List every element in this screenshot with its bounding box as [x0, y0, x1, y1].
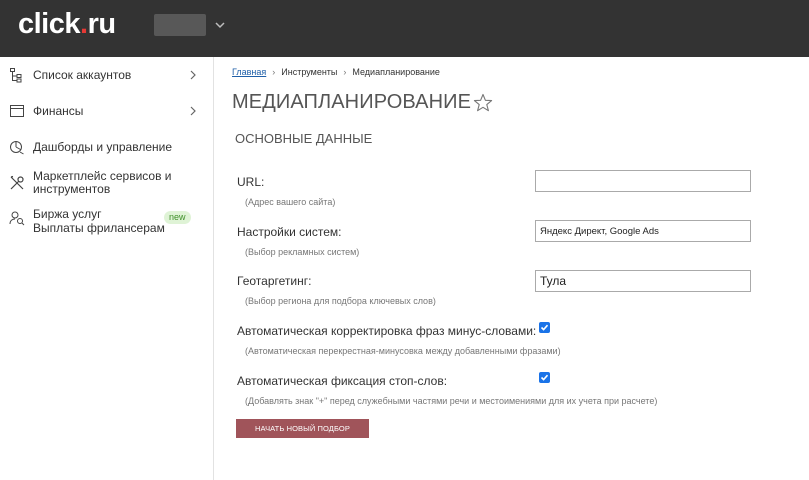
sidebar-item-freelance[interactable]: Биржа услуг Выплаты фрилансерам new — [0, 207, 213, 237]
url-input[interactable] — [535, 170, 751, 192]
logo-suffix: ru — [87, 8, 117, 40]
breadcrumb-current: Медиапланирование — [352, 67, 440, 77]
systems-label: Настройки систем: — [237, 225, 342, 239]
logo-dot: . — [80, 8, 88, 40]
geo-label: Геотаргетинг: — [237, 274, 312, 288]
accounts-tree-icon — [10, 68, 22, 83]
chevron-right-icon — [190, 70, 196, 80]
sidebar-item-marketplace[interactable]: Маркетплейс сервисов и инструментов — [0, 169, 213, 199]
breadcrumb-separator: › — [272, 67, 276, 77]
systems-input[interactable] — [535, 220, 751, 242]
systems-hint: (Выбор рекламных систем) — [245, 247, 360, 257]
minus-words-hint: (Автоматическая перекрестная-минусовка м… — [245, 346, 561, 356]
sidebar-item-accounts[interactable]: Список аккаунтов — [0, 66, 213, 86]
sidebar-item-label: Маркетплейс сервисов и инструментов — [33, 169, 172, 196]
checkmark-icon — [540, 374, 549, 381]
minus-words-label: Автоматическая корректировка фраз минус-… — [237, 324, 537, 338]
new-badge: new — [164, 211, 191, 224]
person-search-icon — [9, 211, 25, 226]
breadcrumb: Главная › Инструменты › Медиапланирование — [232, 67, 440, 77]
breadcrumb-tools: Инструменты — [281, 67, 338, 77]
start-new-search-button[interactable]: НАЧАТЬ НОВЫЙ ПОДБОР — [236, 419, 369, 438]
checkmark-icon — [540, 324, 549, 331]
stop-words-checkbox[interactable] — [539, 372, 550, 383]
sidebar-item-label: Список аккаунтов — [33, 68, 132, 82]
stop-words-hint: (Добавлять знак "+" перед служебными час… — [245, 396, 658, 406]
page-title: МЕДИАПЛАНИРОВАНИЕ — [232, 91, 472, 113]
dashboard-icon — [10, 141, 24, 155]
sidebar-item-finance[interactable]: Финансы — [0, 102, 213, 122]
breadcrumb-home-link[interactable]: Главная — [232, 67, 266, 77]
section-title: ОСНОВНЫЕ ДАННЫЕ — [235, 131, 373, 146]
favorite-star-icon[interactable] — [473, 93, 493, 113]
sidebar: Список аккаунтов Финансы Дашборды и упра… — [0, 57, 214, 480]
account-name-redacted — [154, 14, 206, 36]
sidebar-item-sublabel: Выплаты фрилансерам — [33, 221, 165, 235]
chevron-down-icon — [215, 22, 225, 29]
geo-hint: (Выбор региона для подбора ключевых слов… — [245, 296, 436, 306]
sidebar-item-label: Финансы — [33, 104, 84, 118]
geo-input[interactable] — [535, 270, 751, 292]
top-bar: click.ru — [0, 0, 809, 57]
url-label: URL: — [237, 175, 265, 189]
tools-icon — [10, 175, 24, 190]
sidebar-item-dashboards[interactable]: Дашборды и управление — [0, 138, 213, 158]
url-hint: (Адрес вашего сайта) — [245, 197, 336, 207]
stop-words-label: Автоматическая фиксация стоп-слов: — [237, 374, 448, 388]
logo-prefix: click — [18, 8, 81, 40]
breadcrumb-separator: › — [343, 67, 347, 77]
sidebar-item-label: Дашборды и управление — [33, 140, 172, 154]
sidebar-item-label: Биржа услуг — [33, 207, 102, 221]
minus-words-checkbox[interactable] — [539, 322, 550, 333]
wallet-icon — [10, 105, 24, 117]
account-selector[interactable] — [154, 14, 230, 36]
chevron-right-icon — [190, 106, 196, 116]
logo[interactable]: click.ru — [18, 6, 116, 42]
